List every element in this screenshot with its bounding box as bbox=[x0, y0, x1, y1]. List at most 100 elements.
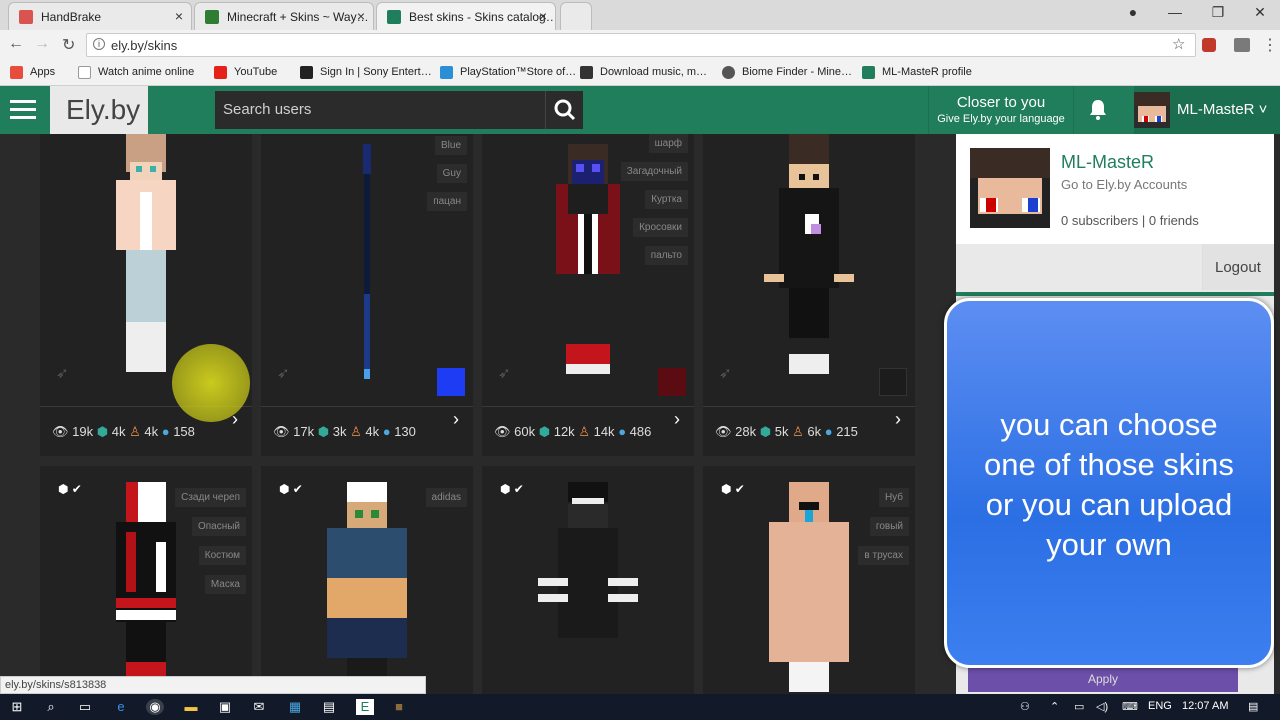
skin-card[interactable]: ⬢ ✔ Нуб говый в трусах bbox=[703, 466, 915, 694]
people-icon[interactable]: ⚇ bbox=[1020, 700, 1030, 713]
search-users-input[interactable]: Search users bbox=[215, 91, 545, 129]
file-explorer-icon[interactable]: ▬ bbox=[182, 699, 200, 715]
rocket-icon[interactable]: ➶ bbox=[498, 364, 516, 382]
star-icon[interactable]: ☆ bbox=[1172, 35, 1185, 53]
mail-icon[interactable]: ✉ bbox=[250, 699, 268, 715]
chrome-icon[interactable]: ◉ bbox=[146, 699, 164, 715]
chevron-right-icon[interactable]: › bbox=[895, 409, 901, 430]
tag[interactable]: Опасный bbox=[191, 517, 246, 536]
tab-ely-skins[interactable]: Best skins - Skins catalog… × bbox=[376, 2, 556, 30]
hamburger-menu-icon[interactable] bbox=[10, 100, 36, 120]
user-menu-button[interactable]: ML-MasteR ˅ bbox=[1134, 86, 1280, 134]
apply-button[interactable]: Apply bbox=[968, 664, 1238, 692]
tag[interactable]: пальто bbox=[644, 246, 688, 265]
maximize-icon[interactable]: ❐ bbox=[1203, 4, 1233, 21]
bookmark-youtube[interactable]: YouTube bbox=[214, 66, 277, 79]
info-icon[interactable]: i bbox=[93, 38, 105, 50]
tag[interactable]: Кросовки bbox=[633, 218, 688, 237]
cube-check-icons[interactable]: ⬢ ✔ bbox=[279, 482, 303, 496]
rocket-icon[interactable]: ➶ bbox=[719, 364, 737, 382]
bookmark-playstation[interactable]: PlayStation™Store of… bbox=[440, 66, 576, 79]
extension-icon[interactable] bbox=[1202, 38, 1216, 52]
clock[interactable]: 12:07 AM bbox=[1182, 700, 1228, 712]
tag[interactable]: говый bbox=[869, 517, 909, 536]
close-tab-icon[interactable]: × bbox=[357, 8, 365, 24]
profile-name[interactable]: ML-MasteR bbox=[1061, 152, 1154, 173]
bookmark-apps[interactable]: Apps bbox=[10, 66, 55, 79]
network-icon[interactable]: ▭ bbox=[1074, 700, 1084, 713]
language-indicator[interactable]: ENG bbox=[1148, 700, 1172, 712]
tag[interactable]: Blue bbox=[434, 136, 467, 155]
bookmark-profile[interactable]: ML-MasteR profile bbox=[862, 66, 972, 79]
new-tab-button[interactable] bbox=[560, 2, 592, 30]
keyboard-icon[interactable]: ⌨ bbox=[1122, 700, 1138, 713]
store-icon[interactable]: ▣ bbox=[216, 699, 234, 715]
tag[interactable]: Костюм bbox=[198, 546, 246, 565]
url-field[interactable]: i ely.by/skins bbox=[86, 33, 1196, 57]
ely-app-icon[interactable]: E bbox=[356, 699, 374, 715]
tutorial-callout: you can choose one of those skins or you… bbox=[944, 298, 1274, 668]
tray-chevron-icon[interactable]: ⌃ bbox=[1050, 700, 1059, 713]
profile-icon[interactable]: ● bbox=[1118, 4, 1148, 20]
skin-card[interactable]: ➶ 👁 28k ⬢ 5k ♙ 6k ● 215 › bbox=[703, 134, 915, 456]
close-window-icon[interactable]: ✕ bbox=[1245, 4, 1275, 21]
bookmark-sony[interactable]: Sign In | Sony Entert… bbox=[300, 66, 432, 79]
tag[interactable]: пацан bbox=[427, 192, 467, 211]
cube-icon: ⬢ bbox=[317, 424, 330, 439]
back-icon[interactable]: ← bbox=[8, 35, 24, 53]
app-icon[interactable]: ▤ bbox=[320, 699, 338, 715]
minecraft-icon[interactable]: ■ bbox=[390, 699, 408, 715]
task-view-icon[interactable]: ▭ bbox=[76, 699, 94, 715]
skin-card[interactable]: ⬢ ✔ bbox=[482, 466, 694, 694]
bookmark-download-music[interactable]: Download music, m… bbox=[580, 66, 707, 79]
skin-card[interactable]: ⬢ ✔ adidas bbox=[261, 466, 473, 694]
skin-card[interactable]: ⬢ ✔ Сзади череп Опасный Костюм Маска bbox=[40, 466, 252, 694]
site-logo[interactable]: Ely.by bbox=[50, 86, 148, 134]
chevron-right-icon[interactable]: › bbox=[674, 409, 680, 430]
skin-card[interactable]: Blue Guy пацан ➶ 👁 17k ⬢ 3k ♙ 4k ● 130 › bbox=[261, 134, 473, 456]
close-tab-icon[interactable]: × bbox=[539, 8, 547, 24]
reload-icon[interactable]: ↻ bbox=[62, 35, 75, 55]
tag[interactable]: adidas bbox=[425, 488, 467, 507]
tag[interactable]: шарф bbox=[648, 134, 688, 153]
minimize-icon[interactable]: — bbox=[1160, 4, 1190, 20]
accounts-link[interactable]: Go to Ely.by Accounts bbox=[1061, 177, 1187, 192]
bell-icon[interactable] bbox=[1086, 98, 1110, 122]
tag[interactable]: Сзади череп bbox=[175, 488, 246, 507]
tab-handbrake[interactable]: HandBrake × bbox=[8, 2, 192, 30]
skin-stats: 👁 28k ⬢ 5k ♙ 6k ● 215 bbox=[703, 406, 915, 456]
bookmark-biome-finder[interactable]: Biome Finder - Mine… bbox=[722, 66, 852, 79]
cube-check-icons[interactable]: ⬢ ✔ bbox=[58, 482, 82, 496]
bookmark-anime[interactable]: Watch anime online bbox=[78, 66, 194, 79]
logout-button[interactable]: Logout bbox=[1202, 244, 1274, 290]
profile-avatar[interactable] bbox=[970, 148, 1050, 228]
start-icon[interactable]: ⊞ bbox=[8, 699, 26, 715]
extension-icon[interactable] bbox=[1234, 38, 1250, 52]
search-button[interactable] bbox=[545, 91, 583, 129]
tag[interactable]: Куртка bbox=[645, 190, 688, 209]
cube-check-icons[interactable]: ⬢ ✔ bbox=[721, 482, 745, 496]
tag[interactable]: Маска bbox=[204, 575, 246, 594]
menu-icon[interactable]: ⋮ bbox=[1262, 35, 1278, 55]
rocket-icon[interactable]: ➶ bbox=[56, 364, 74, 382]
link-status-bar: ely.by/skins/s813838 bbox=[0, 676, 426, 694]
volume-icon[interactable]: ◁) bbox=[1096, 700, 1108, 713]
tag[interactable]: в трусах bbox=[858, 546, 909, 565]
cube-icon: ⬢ bbox=[96, 424, 109, 439]
language-prompt[interactable]: Closer to you Give Ely.by your language bbox=[928, 86, 1074, 134]
color-swatch bbox=[658, 368, 686, 396]
chevron-right-icon[interactable]: › bbox=[453, 409, 459, 430]
tab-minecraft[interactable]: Minecraft + Skins ~ Way… × bbox=[194, 2, 374, 30]
tag[interactable]: Нуб bbox=[878, 488, 909, 507]
close-tab-icon[interactable]: × bbox=[175, 8, 183, 24]
cube-check-icons[interactable]: ⬢ ✔ bbox=[500, 482, 524, 496]
skin-card[interactable]: шарф Загадочный Куртка Кросовки пальто ➶… bbox=[482, 134, 694, 456]
tag[interactable]: Загадочный bbox=[620, 162, 688, 181]
tag[interactable]: Guy bbox=[436, 164, 467, 183]
notifications-icon[interactable]: ▤ bbox=[1248, 700, 1258, 713]
rocket-icon[interactable]: ➶ bbox=[277, 364, 295, 382]
search-icon[interactable]: ⌕ bbox=[42, 699, 60, 715]
edge-icon[interactable]: e bbox=[112, 699, 130, 715]
app-icon[interactable]: ▦ bbox=[286, 699, 304, 715]
forward-icon[interactable]: → bbox=[34, 35, 50, 53]
